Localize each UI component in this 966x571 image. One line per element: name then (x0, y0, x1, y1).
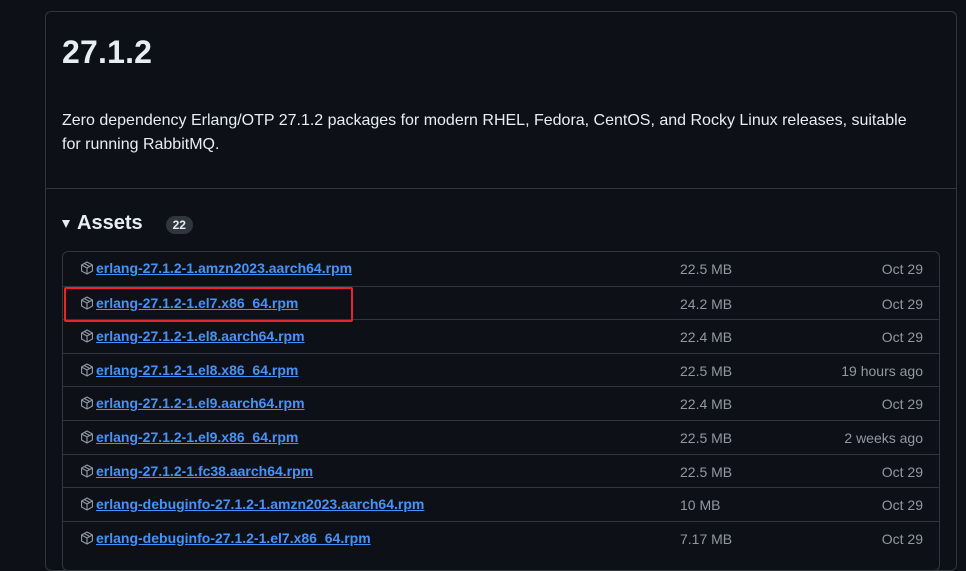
asset-download-link[interactable]: erlang-27.1.2-1.el9.x86_64.rpm (96, 429, 298, 445)
asset-row: erlang-27.1.2-1.el8.x86_64.rpm 22.5 MB 19 … (63, 352, 939, 387)
asset-download-link[interactable]: erlang-debuginfo-27.1.2-1.el7.x86_64.rpm (96, 530, 371, 546)
asset-date: Oct 29 (881, 329, 923, 346)
asset-size: 24.2 MB (680, 295, 733, 312)
assets-list: erlang-27.1.2-1.amzn2023.aarch64.rpm 22.5… (62, 251, 940, 571)
asset-download-link[interactable]: erlang-27.1.2-1.fc38.aarch64.rpm (96, 463, 313, 479)
asset-row: erlang-debuginfo-27.1.2-1.el7.x86_64.rpm… (63, 520, 939, 555)
package-icon (80, 296, 94, 310)
asset-date: Oct 29 (881, 295, 923, 312)
asset-date: Oct 29 (881, 530, 923, 547)
package-icon (80, 430, 94, 444)
asset-download-link[interactable]: erlang-27.1.2-1.el7.x86_64.rpm (96, 295, 298, 311)
triangle-down-icon (62, 220, 70, 228)
asset-size: 22.4 MB (680, 329, 733, 346)
divider (46, 188, 956, 189)
asset-row: erlang-27.1.2-1.el9.aarch64.rpm 22.4 MB Oc… (63, 386, 939, 420)
asset-download-link[interactable]: erlang-debuginfo-27.1.2-1.amzn2023.aarch… (96, 496, 424, 512)
assets-count-badge: 22 (165, 215, 193, 234)
package-icon (80, 363, 94, 377)
asset-download-link[interactable]: erlang-27.1.2-1.amzn2023.aarch64.rpm (96, 260, 352, 276)
asset-download-link[interactable]: erlang-27.1.2-1.el8.x86_64.rpm (96, 362, 298, 378)
asset-row: erlang-27.1.2-1.fc38.aarch64.rpm 22.5 MB O… (63, 453, 939, 488)
asset-row: erlang-debuginfo-27.1.2-1.amzn2023.aarch… (63, 487, 939, 521)
asset-size: 22.5 MB (680, 429, 733, 446)
asset-date: Oct 29 (881, 396, 923, 413)
asset-date: Oct 29 (881, 261, 923, 277)
asset-size: 10 MB (680, 497, 721, 514)
package-icon (80, 464, 94, 478)
asset-row: erlang-27.1.2-1.el8.aarch64.rpm 22.4 MB Oc… (63, 319, 939, 353)
asset-download-link[interactable]: erlang-27.1.2-1.el9.aarch64.rpm (96, 395, 305, 411)
assets-title: Assets (77, 211, 143, 234)
asset-row: erlang-27.1.2-1.el9.x86_64.rpm 22.5 MB 2 w… (63, 419, 939, 454)
asset-size: 22.5 MB (680, 261, 733, 277)
asset-size: 22.5 MB (680, 362, 733, 379)
package-icon (80, 531, 94, 545)
asset-size: 22.5 MB (680, 463, 733, 480)
asset-date: Oct 29 (881, 497, 923, 514)
package-icon (80, 396, 94, 410)
asset-row: erlang-27.1.2-1.el7.x86_64.rpm 24.2 MB Oct… (63, 285, 939, 320)
asset-size: 7.17 MB (680, 530, 733, 547)
release-card: 27.1.2 Zero dependency Erlang/OTP 27.1.2… (45, 11, 957, 571)
package-icon (80, 497, 94, 511)
package-icon (80, 261, 94, 275)
asset-download-link[interactable]: erlang-27.1.2-1.el8.aarch64.rpm (96, 328, 305, 344)
package-icon (80, 329, 94, 343)
asset-date: 2 weeks ago (844, 429, 923, 446)
assets-toggle[interactable]: Assets 22 (62, 209, 193, 237)
asset-size: 22.4 MB (680, 396, 733, 413)
release-title[interactable]: 27.1.2 (62, 34, 152, 71)
release-description: Zero dependency Erlang/OTP 27.1.2 packag… (62, 112, 907, 153)
asset-row: erlang-27.1.2-1.amzn2023.aarch64.rpm 22.5… (63, 252, 939, 286)
asset-date: Oct 29 (881, 463, 923, 480)
asset-date: 19 hours ago (841, 362, 923, 379)
